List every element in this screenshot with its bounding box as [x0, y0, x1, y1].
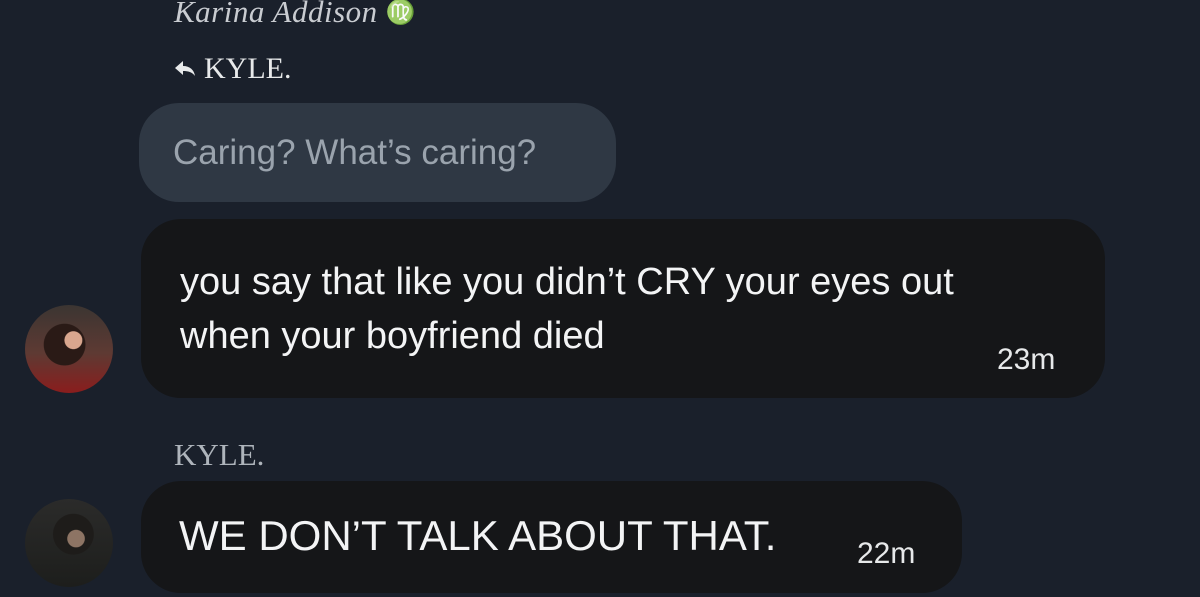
zodiac-symbol: ♍ [385, 0, 417, 26]
sender-name[interactable]: Karina Addison ♍ [174, 0, 416, 30]
avatar[interactable] [25, 499, 113, 587]
quoted-message-text: Caring? What’s caring? [173, 132, 537, 172]
sender-label: KYLE. [174, 437, 265, 472]
avatar[interactable] [25, 305, 113, 393]
quoted-message[interactable]: Caring? What’s caring? [139, 103, 616, 202]
message-bubble[interactable]: you say that like you didn’t CRY your ey… [141, 219, 1105, 398]
message-bubble[interactable]: WE DON’T TALK ABOUT THAT. 22m [141, 481, 962, 593]
reply-indicator[interactable]: KYLE. [174, 52, 291, 86]
message-text: WE DON’T TALK ABOUT THAT. [179, 512, 777, 559]
sender-name-text: Karina Addison [174, 0, 378, 29]
reply-to-name: KYLE. [204, 52, 292, 85]
message-timestamp: 22m [857, 537, 916, 570]
message-text: you say that like you didn’t CRY your ey… [180, 261, 954, 357]
reply-arrow-icon [175, 61, 195, 76]
message-timestamp: 23m [997, 343, 1056, 376]
